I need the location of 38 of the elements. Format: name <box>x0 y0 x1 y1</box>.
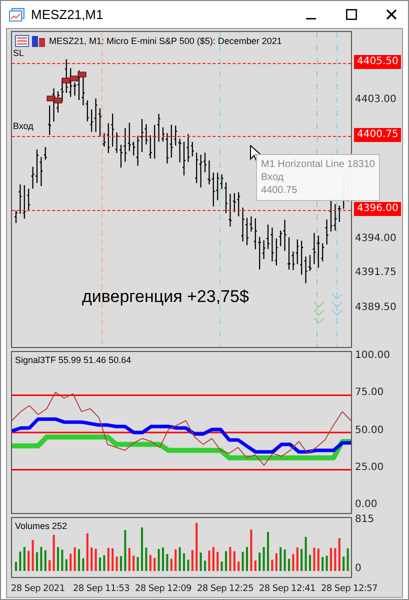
trading-icon <box>32 35 46 47</box>
volume-axis-label: 0 <box>355 563 362 574</box>
horizontal-line[interactable] <box>12 136 351 138</box>
price-axis-label: 4394.00 <box>355 232 396 244</box>
tooltip-text: M1 Horizontal Line 18310 <box>261 158 375 171</box>
line-label: Вход <box>13 121 34 132</box>
maximize-icon <box>346 9 356 20</box>
indicator-axis-label: 75.00 <box>355 387 384 398</box>
indicator-axis-label: 50.00 <box>355 424 384 436</box>
time-axis-label: 28 Sep 11:53 <box>73 584 130 594</box>
indicator-title: Signal3TF 55.99 51.46 50.64 <box>15 355 132 365</box>
time-axis-label: 28 Sep 2021 <box>11 584 66 594</box>
chart-window-icon <box>9 8 25 22</box>
indicator-axis-label: 0.00 <box>355 499 378 510</box>
price-axis-label: 4403.00 <box>355 94 396 105</box>
price-tag: 4400.75 <box>354 128 402 142</box>
time-axis-label: 28 Sep 12:57 <box>321 584 378 594</box>
time-axis-label: 28 Sep 12:25 <box>197 584 254 594</box>
chevron-arrows-icon <box>332 294 342 316</box>
price-axis-label: 4389.50 <box>355 302 396 314</box>
price-axis-label: 4391.75 <box>355 267 396 278</box>
window-title: MESZ21,M1 <box>31 7 104 22</box>
time-axis-label: 28 Sep 12:09 <box>135 584 192 594</box>
price-tag: 4396.00 <box>354 202 402 216</box>
volume-axis-label: 815 <box>355 514 374 525</box>
chart-header: MESZ21, M1: Micro E-mini S&P 500 ($5): December 2021 <box>49 36 282 46</box>
time-axis-label: 28 Sep 12:41 <box>259 584 316 594</box>
indicator-axis-label: 25.00 <box>355 462 384 473</box>
line-label: SL <box>13 48 24 58</box>
tooltip-text: 4400.75 <box>261 184 298 197</box>
minimize-icon <box>306 18 316 20</box>
indicator-list-icon <box>15 35 29 47</box>
chart-annotation: дивергенция +23,75$ <box>82 287 249 307</box>
price-tag: 4405.50 <box>354 55 402 69</box>
volume-title: Volumes 252 <box>15 521 68 531</box>
indicator-axis-label: 100.00 <box>355 350 390 361</box>
close-icon <box>386 9 396 20</box>
tooltip-text: Вход <box>261 171 285 184</box>
